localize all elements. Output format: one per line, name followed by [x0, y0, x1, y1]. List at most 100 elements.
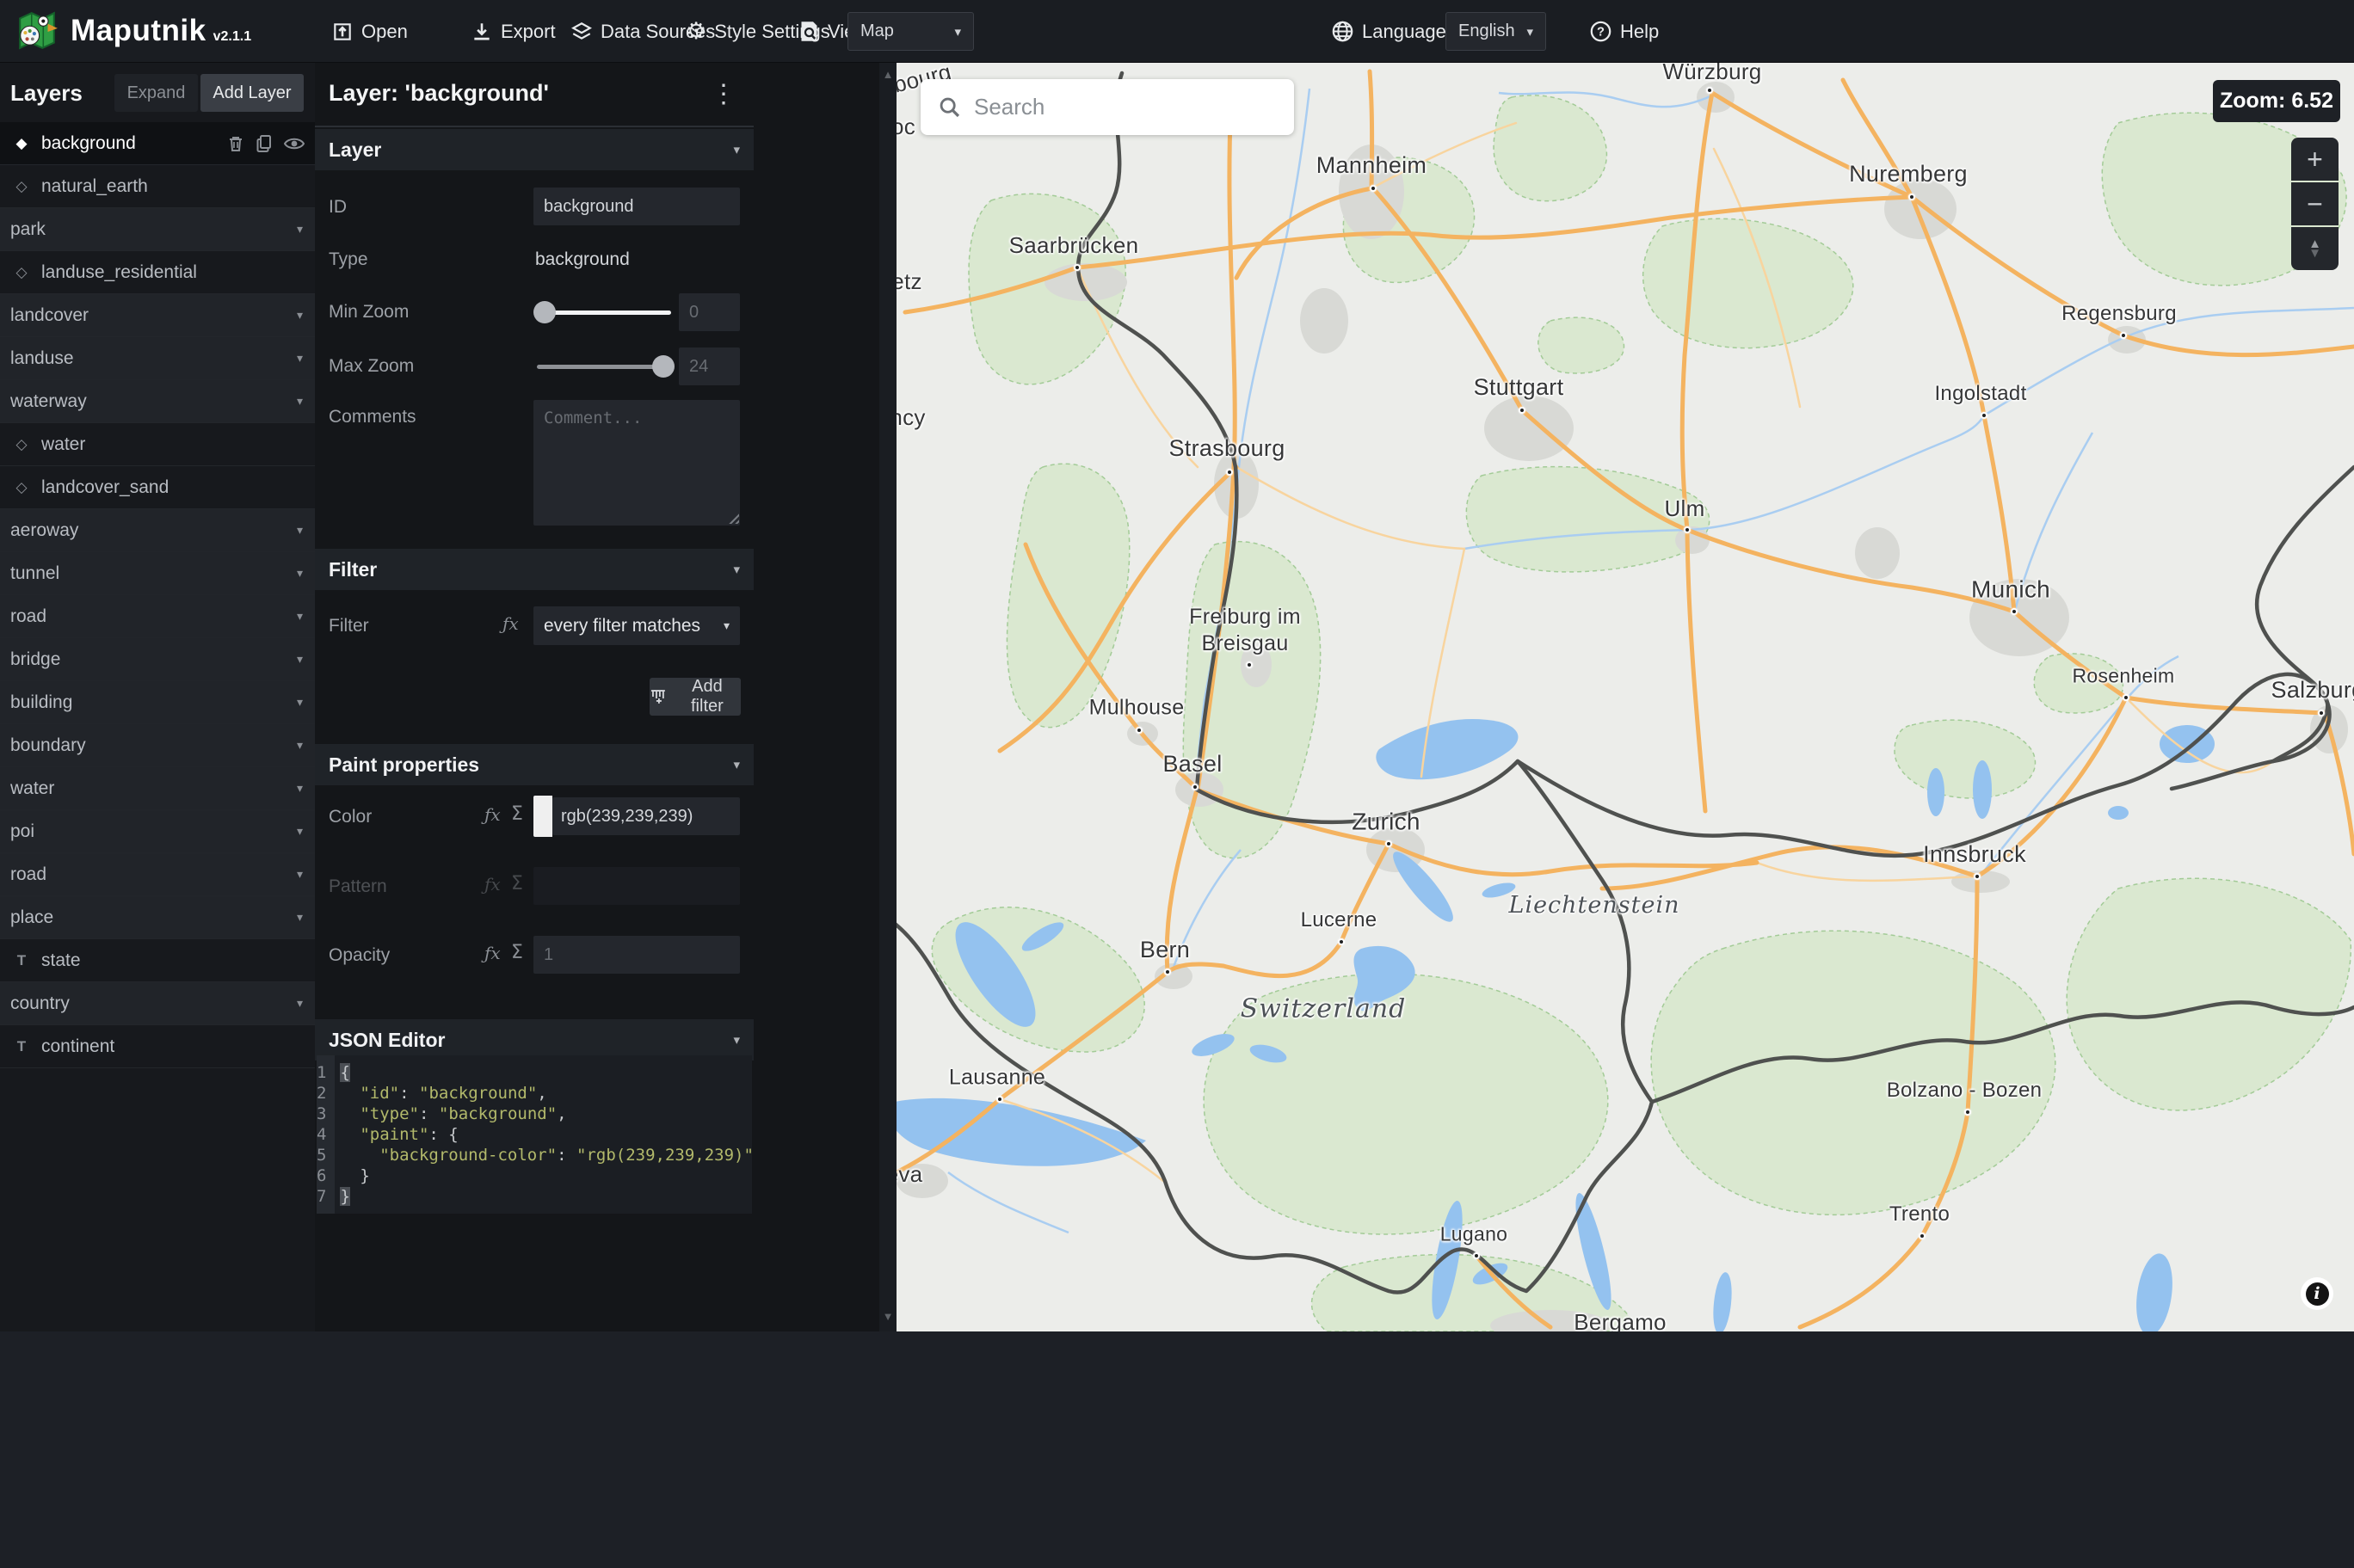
section-paint-properties[interactable]: Paint properties ▾	[315, 744, 754, 785]
attribution-info-button[interactable]: i	[2301, 1277, 2333, 1310]
chevron-down-icon[interactable]: ▾	[297, 652, 303, 667]
sidebar-layer-place[interactable]: place ▾	[0, 896, 315, 939]
zoom-out-button[interactable]: −	[2291, 182, 2339, 225]
sidebar-layer-water[interactable]: ◇ water	[0, 423, 315, 466]
app-background	[0, 1331, 2354, 1568]
sidebar-layer-continent[interactable]: Tcontinent	[0, 1025, 315, 1068]
fx-icon[interactable]: ƒx	[502, 613, 519, 634]
json-line-number: 1	[317, 1063, 327, 1082]
chevron-down-icon[interactable]: ▾	[297, 222, 303, 237]
layer-name: water	[10, 778, 55, 798]
max-zoom-input[interactable]	[679, 347, 740, 385]
map-search-control[interactable]	[921, 79, 1294, 135]
slider-thumb[interactable]	[533, 301, 556, 323]
chevron-down-icon[interactable]: ▾	[297, 566, 303, 581]
city-dot	[1974, 873, 1981, 880]
sidebar-layer-background[interactable]: ◆ background	[0, 122, 315, 165]
sidebar-layer-landcover[interactable]: landcover ▾	[0, 294, 315, 337]
partial-label-eva: eva	[897, 1160, 923, 1187]
sidebar-layer-road[interactable]: road ▾	[0, 595, 315, 638]
expand-button[interactable]: Expand	[114, 74, 198, 112]
compass-button[interactable]: ▲ ▼	[2291, 227, 2339, 270]
min-zoom-slider[interactable]	[533, 301, 671, 323]
zoom-in-button[interactable]: +	[2291, 138, 2339, 181]
filter-combinator-select[interactable]: every filter matches ▾	[533, 606, 740, 645]
section-filter[interactable]: Filter ▾	[315, 549, 754, 590]
id-input[interactable]	[533, 188, 740, 225]
sidebar-layer-country[interactable]: country ▾	[0, 982, 315, 1025]
json-editor[interactable]: 1 23 4 56 7 { "id": "background", "type": "b…	[317, 1055, 754, 1214]
chevron-down-icon[interactable]: ▾	[297, 781, 303, 796]
chevron-down-icon[interactable]: ▾	[297, 523, 303, 538]
slider-thumb[interactable]	[652, 355, 675, 378]
fx-icon[interactable]: ƒx	[484, 874, 501, 895]
color-input[interactable]	[552, 797, 740, 835]
opacity-input[interactable]	[533, 936, 740, 974]
sidebar-layer-boundary[interactable]: boundary ▾	[0, 724, 315, 767]
language-menu[interactable]: Language	[1331, 0, 1446, 63]
sidebar-layer-park[interactable]: park ▾	[0, 208, 315, 251]
sigma-icon[interactable]: Σ	[511, 803, 523, 825]
city-dot	[1164, 968, 1171, 975]
max-zoom-slider[interactable]	[537, 355, 675, 378]
visibility-icon[interactable]	[284, 136, 305, 151]
color-swatch[interactable]	[533, 796, 552, 837]
trash-icon[interactable]	[227, 134, 244, 153]
chevron-down-icon[interactable]: ▾	[297, 996, 303, 1011]
section-layer[interactable]: Layer ▾	[315, 129, 754, 170]
sidebar-layer-road[interactable]: road ▾	[0, 853, 315, 896]
layer-name: state	[41, 950, 81, 970]
sidebar-layer-landuse_residential[interactable]: ◇ landuse_residential	[0, 251, 315, 294]
partial-label-ncy: ncy	[897, 403, 926, 430]
sigma-icon[interactable]: Σ	[511, 942, 523, 963]
sidebar-layer-waterway[interactable]: waterway ▾	[0, 380, 315, 423]
sidebar-layer-bridge[interactable]: bridge ▾	[0, 638, 315, 681]
pattern-input[interactable]	[533, 867, 740, 905]
open-button[interactable]: Open	[331, 0, 408, 63]
sidebar-layer-tunnel[interactable]: tunnel ▾	[0, 552, 315, 595]
chevron-down-icon[interactable]: ▾	[297, 351, 303, 366]
min-zoom-input[interactable]	[679, 293, 740, 331]
chevron-down-icon[interactable]: ▾	[297, 609, 303, 624]
sidebar-layer-water[interactable]: water ▾	[0, 767, 315, 810]
add-filter-button[interactable]: Add filter	[650, 677, 741, 716]
section-json-editor[interactable]: JSON Editor ▾	[315, 1019, 754, 1061]
sigma-icon[interactable]: Σ	[511, 873, 523, 895]
comments-textarea[interactable]	[533, 400, 740, 526]
open-icon	[334, 22, 351, 40]
help-button[interactable]: ? Help	[1589, 0, 1659, 63]
view-select[interactable]: Map ▾	[847, 12, 974, 51]
sidebar-layer-aeroway[interactable]: aeroway ▾	[0, 509, 315, 552]
fx-icon[interactable]: ƒx	[484, 943, 501, 963]
chevron-down-icon[interactable]: ▾	[297, 308, 303, 323]
map-canvas[interactable]: Würzburg Mannheim Nuremberg Saarbrücken Rege…	[897, 63, 2354, 1331]
chevron-down-icon[interactable]: ▾	[297, 910, 303, 925]
sidebar-layer-landuse[interactable]: landuse ▾	[0, 337, 315, 380]
sidebar-layer-state[interactable]: Tstate	[0, 939, 315, 982]
language-select[interactable]: English ▾	[1445, 12, 1546, 51]
sidebar-layer-landcover_sand[interactable]: ◇ landcover_sand	[0, 466, 315, 509]
add-layer-button[interactable]: Add Layer	[200, 74, 304, 112]
pattern-label: Pattern	[329, 876, 387, 896]
scroll-up-icon[interactable]: ▲	[879, 68, 897, 81]
chevron-down-icon[interactable]: ▾	[297, 738, 303, 753]
chevron-down-icon[interactable]: ▾	[297, 867, 303, 882]
sidebar-layer-building[interactable]: building ▾	[0, 681, 315, 724]
search-input[interactable]	[974, 94, 1249, 120]
globe-icon	[1332, 21, 1353, 42]
city-label-stuttgart: Stuttgart	[1473, 374, 1564, 401]
scroll-down-icon[interactable]: ▼	[879, 1310, 897, 1323]
city-label-zurich: Zurich	[1352, 808, 1420, 835]
export-button[interactable]: Export	[471, 0, 556, 63]
kebab-menu-icon[interactable]: ⋮	[711, 77, 736, 113]
editor-scrollbar[interactable]: ▲ ▼	[879, 63, 897, 1331]
layer-name: road	[10, 606, 47, 626]
fx-icon[interactable]: ƒx	[484, 804, 501, 825]
sidebar-layer-natural_earth[interactable]: ◇ natural_earth	[0, 165, 315, 208]
chevron-down-icon[interactable]: ▾	[297, 695, 303, 710]
duplicate-icon[interactable]	[256, 134, 273, 153]
json-code[interactable]: { "id": "background", "type": "backgroun…	[335, 1055, 754, 1214]
chevron-down-icon[interactable]: ▾	[297, 394, 303, 409]
sidebar-layer-poi[interactable]: poi ▾	[0, 810, 315, 853]
chevron-down-icon[interactable]: ▾	[297, 824, 303, 839]
